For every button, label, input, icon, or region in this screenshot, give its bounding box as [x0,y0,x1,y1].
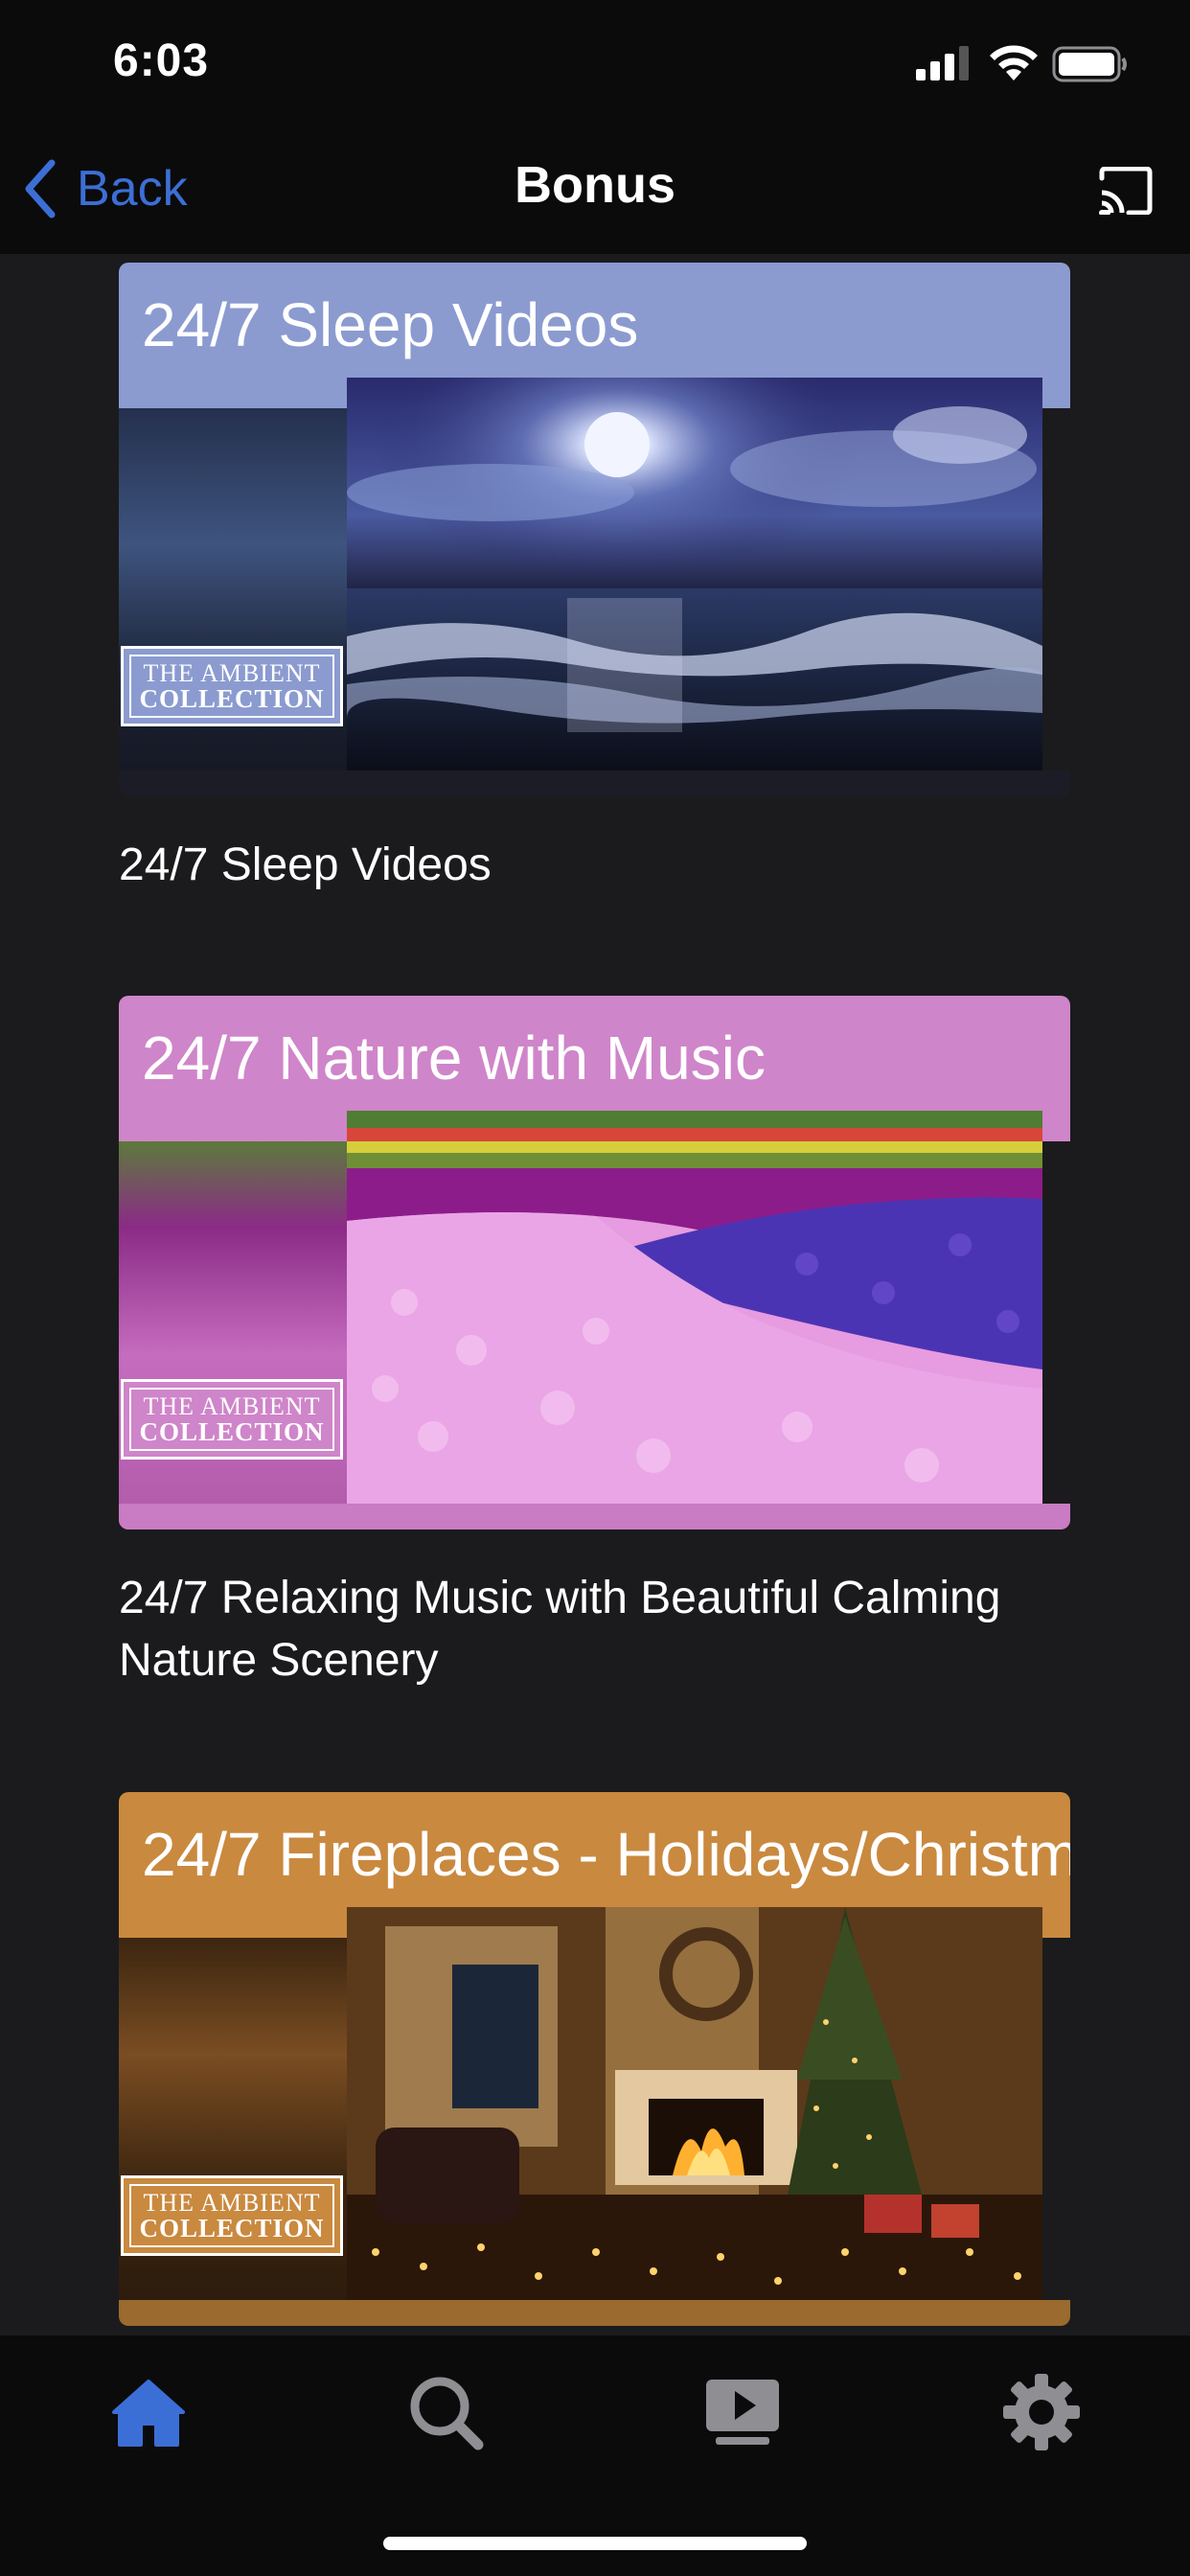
card-bottom-strip [119,1504,1070,1530]
ambient-collection-logo: THE AMBIENT COLLECTION [121,1379,343,1460]
logo-line-2: COLLECTION [139,683,325,713]
card-band-title: 24/7 Sleep Videos [142,290,639,359]
video-card-fireplaces[interactable]: 24/7 Fireplaces - Holidays/Christmas THE… [119,1792,1070,2326]
blurred-background [119,408,349,796]
navigation-bar: Back Bonus [0,125,1190,254]
flower-field-thumbnail [347,1111,1042,1504]
gear-icon[interactable] [1003,2374,1080,2450]
battery-icon [1052,46,1127,82]
logo-line-1: THE AMBIENT [143,658,321,687]
ambient-collection-logo: THE AMBIENT COLLECTION [121,646,343,726]
card-bottom-strip [119,2300,1070,2326]
home-icon[interactable] [110,2374,187,2450]
card-band-title: 24/7 Fireplaces - Holidays/Christmas [142,1820,1070,1889]
cellular-signal-icon [916,46,969,80]
blurred-background [119,1938,349,2326]
wifi-icon [990,45,1038,80]
home-indicator[interactable] [383,2537,807,2550]
christmas-fireplace-thumbnail [347,1907,1042,2300]
card-bottom-strip [119,770,1070,796]
status-time: 6:03 [113,35,210,86]
moonlit-ocean-thumbnail [347,378,1042,770]
status-bar: 6:03 [0,0,1190,125]
video-title[interactable]: 24/7 Sleep Videos [119,834,1077,896]
video-card-nature[interactable]: 24/7 Nature with Music THE AMBIENT COLLE… [119,996,1070,1530]
logo-line-1: THE AMBIENT [143,2188,321,2217]
page-title: Bonus [515,156,675,214]
logo-line-2: COLLECTION [139,1416,325,1446]
video-library-icon[interactable] [704,2374,781,2450]
blurred-background [119,1141,349,1530]
logo-line-1: THE AMBIENT [143,1392,321,1420]
video-list: 24/7 Sleep Videos THE AMBIENT COLLECTION [0,254,1190,2335]
logo-line-2: COLLECTION [139,2213,325,2242]
ambient-collection-logo: THE AMBIENT COLLECTION [121,2175,343,2256]
video-card-sleep[interactable]: 24/7 Sleep Videos THE AMBIENT COLLECTION [119,263,1070,796]
video-title[interactable]: 24/7 Relaxing Music with Beautiful Calmi… [119,1567,1077,1691]
card-band-title: 24/7 Nature with Music [142,1024,766,1092]
search-icon[interactable] [407,2374,484,2450]
cast-icon[interactable] [1098,167,1154,215]
